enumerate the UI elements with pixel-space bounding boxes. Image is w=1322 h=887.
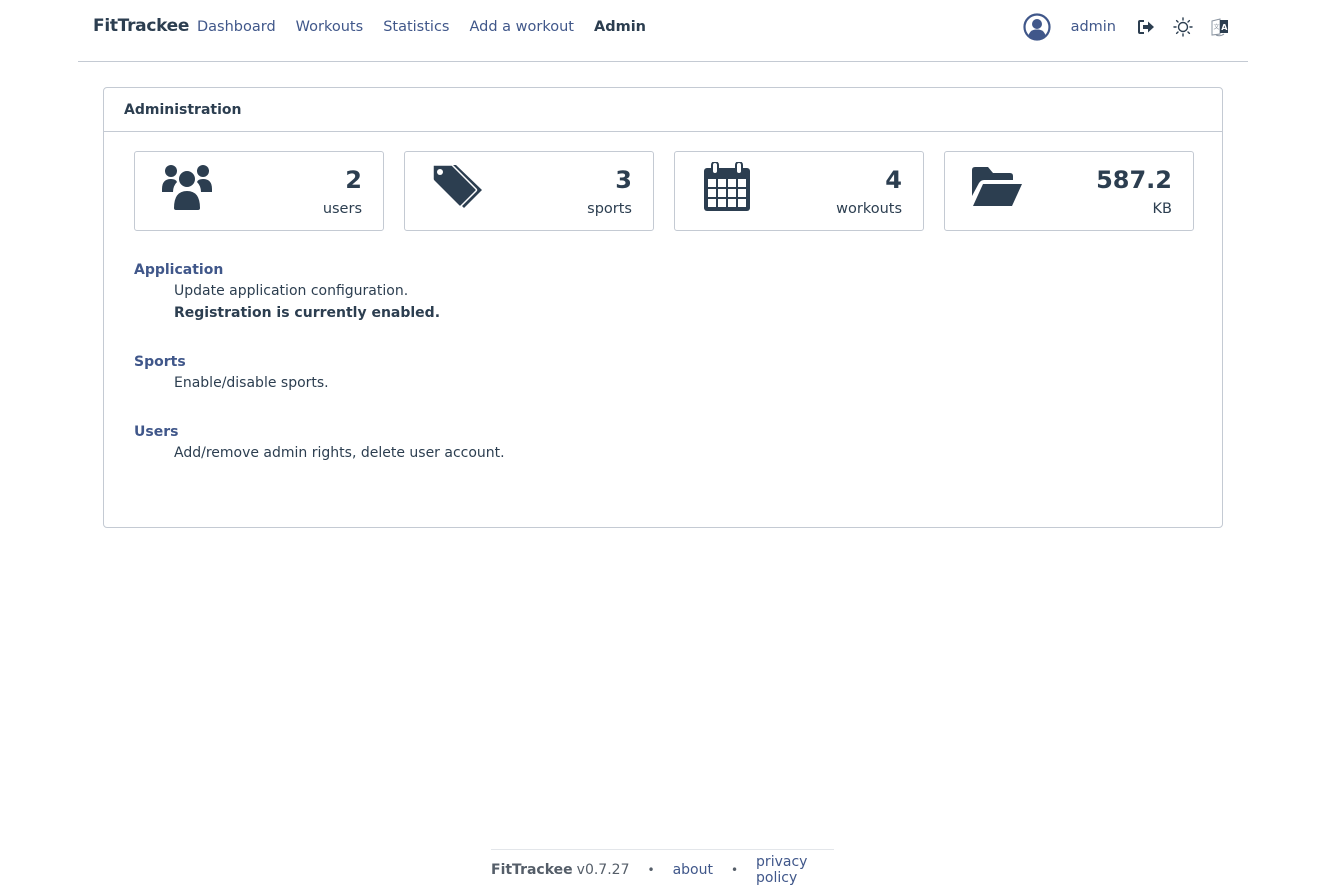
tags-icon <box>432 164 482 208</box>
users-icon <box>162 165 212 212</box>
svg-text:A: A <box>1221 23 1228 32</box>
section-application: Application Update application configura… <box>134 260 505 324</box>
logout-icon[interactable] <box>1136 17 1156 37</box>
stat-workouts-value: 4 <box>885 166 902 194</box>
stat-sports-value: 3 <box>615 166 632 194</box>
footer-separator: • <box>730 862 739 877</box>
sun-icon[interactable] <box>1173 17 1193 37</box>
nav-link-workouts[interactable]: Workouts <box>296 19 364 35</box>
nav-link-statistics[interactable]: Statistics <box>383 19 449 35</box>
stat-sports: 3 sports <box>404 151 654 231</box>
footer: FitTrackee v0.7.27 • about • privacy pol… <box>491 849 834 887</box>
user-circle-icon[interactable] <box>1022 13 1051 41</box>
section-application-link[interactable]: Application <box>134 260 505 280</box>
nav-link-dashboard[interactable]: Dashboard <box>197 19 276 35</box>
footer-about-link[interactable]: about <box>673 862 713 878</box>
stat-workouts: 4 workouts <box>674 151 924 231</box>
section-sports-link[interactable]: Sports <box>134 352 505 372</box>
calendar-icon <box>704 162 750 211</box>
section-sports: Sports Enable/disable sports. <box>134 352 505 394</box>
stat-users: 2 users <box>134 151 384 231</box>
stat-workouts-label: workouts <box>836 201 902 217</box>
nav-link-add-workout[interactable]: Add a workout <box>469 19 574 35</box>
app-brand[interactable]: FitTrackee <box>93 16 189 36</box>
user-name-link[interactable]: admin <box>1071 19 1116 35</box>
nav-user-area: admin 文 A <box>1022 11 1230 43</box>
stat-storage: 587.2 KB <box>944 151 1194 231</box>
footer-privacy-link[interactable]: privacy policy <box>756 854 834 886</box>
stats-row: 2 users 3 sports 4 workouts 587.2 KB <box>134 151 1194 231</box>
navbar: FitTrackee Dashboard Workouts Statistics… <box>78 0 1248 62</box>
admin-sections: Application Update application configura… <box>134 260 505 492</box>
footer-brand: FitTrackee <box>491 861 573 878</box>
registration-status: Registration is currently enabled. <box>174 305 441 321</box>
section-sports-description: Enable/disable sports. <box>174 375 329 391</box>
stat-storage-value: 587.2 <box>1096 166 1172 194</box>
nav-links: Dashboard Workouts Statistics Add a work… <box>197 19 666 35</box>
stat-sports-label: sports <box>587 201 632 217</box>
svg-text:文: 文 <box>1214 23 1220 31</box>
card-title: Administration <box>104 88 1222 132</box>
nav-link-admin[interactable]: Admin <box>594 19 646 35</box>
footer-separator: • <box>647 862 655 877</box>
folder-open-icon <box>972 167 1022 206</box>
language-icon[interactable]: 文 A <box>1210 17 1230 37</box>
section-application-description: Update application configuration. <box>174 283 409 299</box>
footer-version: v0.7.27 <box>576 861 630 878</box>
section-users: Users Add/remove admin rights, delete us… <box>134 422 505 464</box>
section-users-link[interactable]: Users <box>134 422 505 442</box>
stat-storage-label: KB <box>1152 201 1172 217</box>
stat-users-value: 2 <box>345 166 362 194</box>
administration-card: Administration 2 users 3 sports 4 workou… <box>103 87 1223 528</box>
stat-users-label: users <box>322 201 362 217</box>
section-users-description: Add/remove admin rights, delete user acc… <box>174 445 505 461</box>
